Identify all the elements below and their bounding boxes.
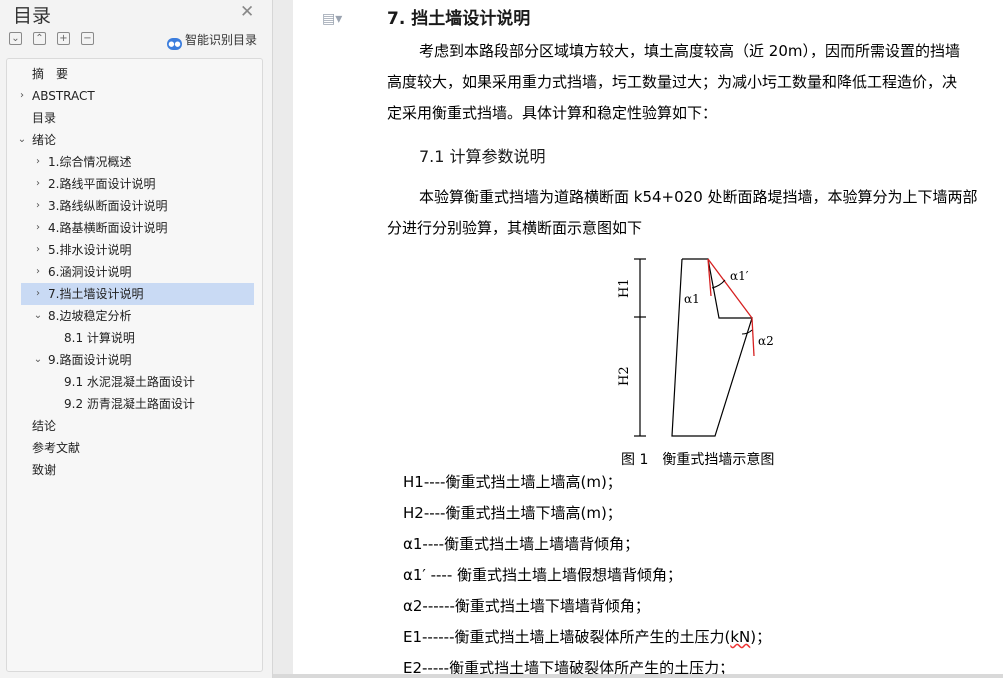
toc-item-label: 结论 — [32, 419, 57, 433]
toc-item-label: 绪论 — [32, 133, 57, 147]
toc-item-label: 6.涵洞设计说明 — [48, 265, 132, 279]
definition-line: H2----衡重式挡土墙下墙高(m)； — [403, 504, 622, 522]
figure-label-a2: α2 — [758, 334, 774, 348]
ai-icon: ●● — [167, 38, 182, 50]
chevron-right-icon[interactable]: › — [32, 261, 44, 283]
toc-item-label: 5.排水设计说明 — [48, 243, 132, 257]
smart-toc-label: 智能识别目录 — [185, 33, 258, 47]
toc-item-label: 2.路线平面设计说明 — [48, 177, 156, 191]
toc-item[interactable]: 9.1 水泥混凝土路面设计 — [21, 371, 254, 393]
toc-item[interactable]: › ABSTRACT — [20, 85, 254, 107]
toc-item-label: ABSTRACT — [32, 89, 95, 103]
figure-label-a1: α1 — [684, 292, 700, 306]
toc-item-label: 参考文献 — [32, 441, 81, 455]
definition-line: α1----衡重式挡土墙上墙墙背倾角； — [403, 535, 640, 553]
figure-caption: 图 1 衡重式挡墙示意图 — [621, 452, 775, 468]
horizontal-scrollbar[interactable] — [273, 674, 1003, 678]
definition-line: α1′ ---- 衡重式挡土墙上墙假想墙背倾角； — [403, 566, 683, 584]
definition-line: α2------衡重式挡土墙下墙墙背倾角； — [403, 597, 650, 615]
sidebar-splitter[interactable] — [273, 0, 293, 678]
unit-spellcheck-text: kN — [730, 628, 751, 646]
toc-item-label: 8.边坡稳定分析 — [48, 309, 132, 323]
chevron-right-icon[interactable]: › — [32, 173, 44, 195]
chevron-right-icon[interactable]: › — [32, 283, 44, 305]
toc-item[interactable]: › 3.路线纵断面设计说明 — [21, 195, 254, 217]
paragraph-line: 本验算衡重式挡墙为道路横断面 k54+020 处断面路堤挡墙，本验算分为上下墙两… — [419, 188, 978, 206]
toc-item-label: 4.路基横断面设计说明 — [48, 221, 168, 235]
toc-item[interactable]: › 7.挡土墙设计说明 — [21, 283, 254, 305]
expand-up-icon[interactable]: ⌃ — [33, 32, 46, 45]
toc-item-label: 8.1 计算说明 — [64, 331, 135, 345]
add-heading-icon[interactable]: + — [57, 32, 70, 45]
definition-text: E1------衡重式挡土墙上墙破裂体所产生的土压力( — [403, 628, 731, 646]
paragraph-line: 高度较大，如果采用重力式挡墙，圬工数量过大；为减小圬工数量和降低工程造价，决 — [387, 73, 958, 91]
toc-item[interactable]: 摘 要 — [21, 63, 254, 85]
toc-item[interactable]: 参考文献 — [21, 437, 254, 459]
figure-label-a1-prime: α1′ — [730, 269, 749, 283]
retaining-wall-figure: H1 H2 α1 α1′ α2 — [617, 258, 774, 437]
toc-item[interactable]: › 2.路线平面设计说明 — [21, 173, 254, 195]
toc-item-label: 9.1 水泥混凝土路面设计 — [64, 375, 195, 389]
toc-item-label: 7.挡土墙设计说明 — [48, 287, 144, 301]
chevron-right-icon[interactable]: › — [32, 195, 44, 217]
chevron-down-icon[interactable]: ⌄ — [32, 349, 44, 371]
toc-item[interactable]: ⌄ 8.边坡稳定分析 — [21, 305, 254, 327]
paragraph-line: 定采用衡重式挡墙。具体计算和稳定性验算如下： — [387, 104, 718, 122]
paragraph-line: 考虑到本路段部分区域填方较大，填土高度较高（近 20m），因而所需设置的挡墙 — [419, 42, 960, 60]
toc-item[interactable]: 结论 — [21, 415, 254, 437]
definition-line: H1----衡重式挡土墙上墙高(m)； — [403, 473, 622, 491]
toc-item[interactable]: › 4.路基横断面设计说明 — [21, 217, 254, 239]
toc-item-label: 3.路线纵断面设计说明 — [48, 199, 168, 213]
toc-item-label: 1.综合情况概述 — [48, 155, 132, 169]
figure-label-h2: H2 — [617, 366, 632, 386]
toc-item[interactable]: 目录 — [21, 107, 254, 129]
remove-heading-icon[interactable]: − — [81, 32, 94, 45]
toc-item[interactable]: ⌄ 9.路面设计说明 — [21, 349, 254, 371]
figure-label-h1: H1 — [617, 278, 632, 298]
toc-item[interactable]: › 1.综合情况概述 — [21, 151, 254, 173]
toc-item[interactable]: 8.1 计算说明 — [21, 327, 254, 349]
document-outline-icon[interactable]: ▤▾ — [322, 11, 342, 27]
subsection-heading: 7.1 计算参数说明 — [419, 147, 546, 166]
chevron-down-icon[interactable]: ⌄ — [16, 129, 28, 151]
chevron-right-icon[interactable]: › — [32, 217, 44, 239]
toc-item[interactable]: 致谢 — [21, 459, 254, 481]
smart-toc-button[interactable]: ●● 智能识别目录 — [167, 31, 257, 50]
chevron-right-icon[interactable]: › — [16, 85, 28, 107]
section-heading: 7. 挡土墙设计说明 — [387, 9, 531, 29]
close-icon[interactable]: ✕ — [240, 2, 254, 22]
collapse-all-icon[interactable]: ⌄ — [9, 32, 22, 45]
definition-text: )； — [750, 628, 772, 646]
paragraph-line: 分进行分别验算，其横断面示意图如下 — [387, 219, 643, 237]
toc-item-label: 致谢 — [32, 463, 57, 477]
toc-item[interactable]: ⌄ 绪论 — [18, 129, 254, 151]
toc-item-label: 摘 要 — [32, 67, 69, 81]
toc-item-label: 9.路面设计说明 — [48, 353, 132, 367]
chevron-right-icon[interactable]: › — [32, 239, 44, 261]
toc-item[interactable]: › 6.涵洞设计说明 — [21, 261, 254, 283]
definition-line: E1------衡重式挡土墙上墙破裂体所产生的土压力(kN)； — [403, 626, 771, 647]
toc-sidebar: 目录 ✕ ⌄ ⌃ + − ●● 智能识别目录 摘 要 › ABSTRACT 目录 ⌄ 绪论 ›… — [0, 0, 273, 678]
chevron-down-icon[interactable]: ⌄ — [32, 305, 44, 327]
chevron-right-icon[interactable]: › — [32, 151, 44, 173]
toc-item-label: 9.2 沥青混凝土路面设计 — [64, 397, 195, 411]
toc-item[interactable]: › 5.排水设计说明 — [21, 239, 254, 261]
toc-item-label: 目录 — [32, 111, 57, 125]
toc-title: 目录 — [13, 5, 52, 27]
toc-item[interactable]: 9.2 沥青混凝土路面设计 — [21, 393, 254, 415]
